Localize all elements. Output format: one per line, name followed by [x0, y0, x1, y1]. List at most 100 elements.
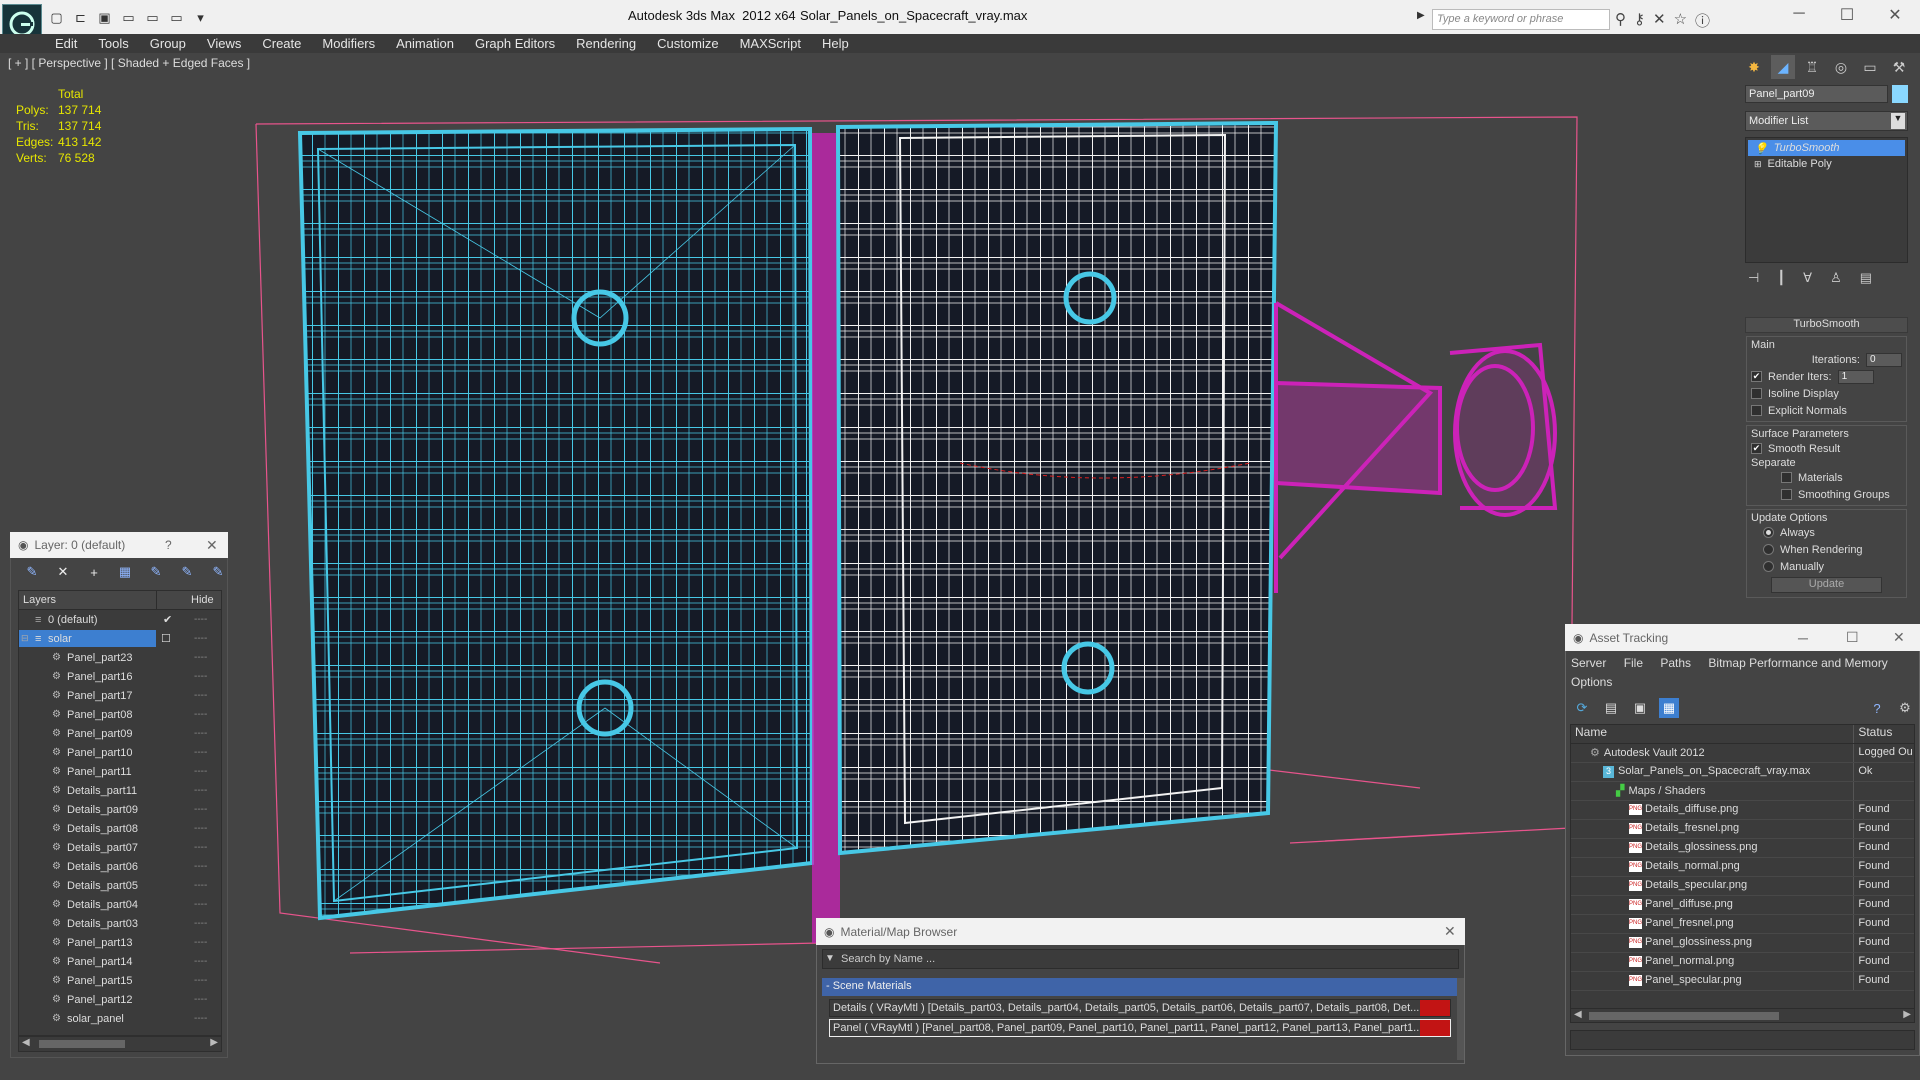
hide-toggle[interactable]: ---- — [194, 671, 207, 682]
asset-tracking-titlebar[interactable]: ◉ Asset Tracking ─ ☐ ✕ — [1565, 624, 1920, 651]
menu-options[interactable]: Options — [1571, 675, 1612, 689]
smooth-result-checkbox[interactable]: ✔ — [1751, 443, 1762, 454]
name-column-header[interactable]: Name — [1571, 725, 1855, 743]
open-file-icon[interactable]: ⊏ — [70, 8, 91, 27]
asset-row[interactable]: PNG Panel_glossiness.png Found — [1571, 934, 1914, 953]
asset-horizontal-scrollbar[interactable]: ◀ ▶ — [1570, 1008, 1915, 1023]
list-view-icon[interactable]: ▤ — [1601, 698, 1621, 718]
hide-toggle[interactable]: ---- — [194, 823, 207, 834]
layer-object-row[interactable]: ⚙ Panel_part13 ---- — [19, 933, 221, 952]
collapse-icon[interactable]: ⊟ — [21, 633, 29, 644]
hierarchy-tab-icon[interactable]: ♖ — [1800, 55, 1824, 79]
object-color-swatch[interactable] — [1892, 85, 1908, 103]
asset-row[interactable]: PNG Panel_normal.png Found — [1571, 953, 1914, 972]
create-tab-icon[interactable]: ✸ — [1742, 55, 1766, 79]
hide-toggle[interactable]: ---- — [194, 956, 207, 967]
active-check-icon[interactable]: ✔ — [163, 613, 172, 626]
asset-row[interactable]: PNG Details_specular.png Found — [1571, 877, 1914, 896]
key-icon[interactable]: ⚷ — [1634, 10, 1645, 31]
settings-icon[interactable]: ⚙ — [1895, 698, 1915, 718]
exchange-icon[interactable]: ✕ — [1653, 10, 1666, 31]
layer-object-row[interactable]: ⚙ Details_part06 ---- — [19, 857, 221, 876]
menu-bitmap-performance[interactable]: Bitmap Performance and Memory — [1708, 656, 1887, 670]
create-layer-icon[interactable]: ✎ — [22, 562, 42, 582]
hide-toggle[interactable]: ---- — [194, 633, 207, 644]
hide-toggle[interactable]: ---- — [194, 804, 207, 815]
pin-stack-icon[interactable]: ⊣ — [1748, 270, 1759, 286]
layer-object-row[interactable]: ⚙ Panel_part09 ---- — [19, 724, 221, 743]
menu-customize[interactable]: Customize — [650, 34, 732, 53]
layer-object-row[interactable]: ⚙ Panel_part15 ---- — [19, 971, 221, 990]
layer-row-solar[interactable]: ⊟ ≡ solar ☐ ---- — [19, 629, 221, 648]
modifier-list-dropdown[interactable]: Modifier List ▼ — [1745, 111, 1908, 131]
layer-object-row[interactable]: ⚙ Details_part09 ---- — [19, 800, 221, 819]
status-column-header[interactable]: Status — [1854, 725, 1914, 743]
asset-row[interactable]: ▞ Maps / Shaders — [1571, 782, 1914, 801]
update-button[interactable]: Update — [1771, 577, 1882, 593]
stack-item-editable-poly[interactable]: ⊞ Editable Poly — [1748, 156, 1905, 172]
hide-toggle[interactable]: ---- — [194, 937, 207, 948]
delete-layer-icon[interactable]: ✕ — [53, 562, 73, 582]
asset-row[interactable]: PNG Details_diffuse.png Found — [1571, 801, 1914, 820]
menu-server[interactable]: Server — [1571, 656, 1606, 670]
hide-toggle[interactable]: ---- — [194, 1013, 207, 1024]
details-view-icon[interactable]: ▣ — [1630, 698, 1650, 718]
hide-toggle[interactable]: ---- — [194, 975, 207, 986]
menu-create[interactable]: Create — [255, 34, 315, 53]
asset-row[interactable]: PNG Panel_diffuse.png Found — [1571, 896, 1914, 915]
layer-object-row[interactable]: ⚙ Panel_part10 ---- — [19, 743, 221, 762]
layer-object-row[interactable]: ⚙ solar_panel ---- — [19, 1009, 221, 1028]
utilities-tab-icon[interactable]: ⚒ — [1887, 55, 1911, 79]
search-expand-icon[interactable]: ▶ — [1417, 10, 1431, 30]
asset-row[interactable]: ⚙ Autodesk Vault 2012 Logged Ou — [1571, 744, 1914, 763]
display-tab-icon[interactable]: ▭ — [1858, 55, 1882, 79]
layer-manager-titlebar[interactable]: ◉ Layer: 0 (default) ? ✕ — [10, 532, 228, 558]
asset-row[interactable]: PNG Details_fresnel.png Found — [1571, 820, 1914, 839]
layer-horizontal-scrollbar[interactable]: ◀ ▶ — [18, 1036, 222, 1052]
minimize-icon[interactable]: ─ — [1798, 630, 1808, 646]
select-in-layer-icon[interactable]: ▦ — [115, 562, 135, 582]
highlight-layer-icon[interactable]: ✎ — [146, 562, 166, 582]
menu-edit[interactable]: Edit — [48, 34, 91, 53]
hide-toggle[interactable]: ---- — [194, 861, 207, 872]
menu-graph-editors[interactable]: Graph Editors — [468, 34, 569, 53]
current-layer-box[interactable]: ☐ — [161, 632, 171, 645]
layer-object-row[interactable]: ⚙ Details_part04 ---- — [19, 895, 221, 914]
asset-row[interactable]: PNG Panel_specular.png Found — [1571, 972, 1914, 991]
material-search-input[interactable]: Search by Name ... — [822, 949, 1459, 969]
layer-object-row[interactable]: ⚙ Details_part11 ---- — [19, 781, 221, 800]
material-vertical-scrollbar[interactable] — [1457, 978, 1464, 1060]
hide-toggle[interactable]: ---- — [194, 652, 207, 663]
help-icon[interactable]: ⓘ — [1695, 10, 1710, 31]
layer-object-row[interactable]: ⚙ Panel_part23 ---- — [19, 648, 221, 667]
hold-icon[interactable]: ▭ — [166, 8, 187, 27]
hide-toggle[interactable]: ---- — [194, 918, 207, 929]
layer-object-row[interactable]: ⚙ Panel_part08 ---- — [19, 705, 221, 724]
add-to-layer-icon[interactable]: + — [84, 562, 104, 582]
isoline-checkbox[interactable] — [1751, 388, 1762, 399]
material-row-panel[interactable]: Panel ( VRayMtl ) [Panel_part08, Panel_p… — [829, 1019, 1451, 1037]
remove-modifier-icon[interactable]: ♙ — [1830, 270, 1842, 286]
hide-toggle[interactable]: ---- — [194, 709, 207, 720]
menu-help[interactable]: Help — [815, 34, 863, 53]
menu-paths[interactable]: Paths — [1660, 656, 1691, 670]
when-rendering-radio[interactable] — [1763, 544, 1774, 555]
help-icon[interactable]: ? — [1867, 698, 1887, 718]
freeze-all-icon[interactable]: ✎ — [208, 562, 228, 582]
hide-toggle[interactable]: ---- — [194, 614, 207, 625]
hide-toggle[interactable]: ---- — [194, 785, 207, 796]
save-file-icon[interactable]: ▣ — [94, 8, 115, 27]
lightbulb-icon[interactable]: 💡 — [1754, 142, 1768, 155]
hide-toggle[interactable]: ---- — [194, 766, 207, 777]
viewport-label[interactable]: [ + ] [ Perspective ] [ Shaded + Edged F… — [8, 56, 250, 70]
table-view-icon[interactable]: ▦ — [1659, 698, 1679, 718]
always-radio[interactable] — [1763, 527, 1774, 538]
stack-item-turbosmooth[interactable]: 💡 TurboSmooth — [1748, 140, 1905, 156]
refresh-icon[interactable]: ⟳ — [1572, 698, 1592, 718]
layer-object-row[interactable]: ⚙ Panel_part17 ---- — [19, 686, 221, 705]
iterations-spinner[interactable]: 0 — [1866, 352, 1902, 367]
new-file-icon[interactable]: ▢ — [46, 8, 67, 27]
layers-column-header[interactable]: Layers — [23, 594, 56, 606]
object-name-field[interactable]: Panel_part09 — [1745, 85, 1888, 103]
menu-rendering[interactable]: Rendering — [569, 34, 650, 53]
